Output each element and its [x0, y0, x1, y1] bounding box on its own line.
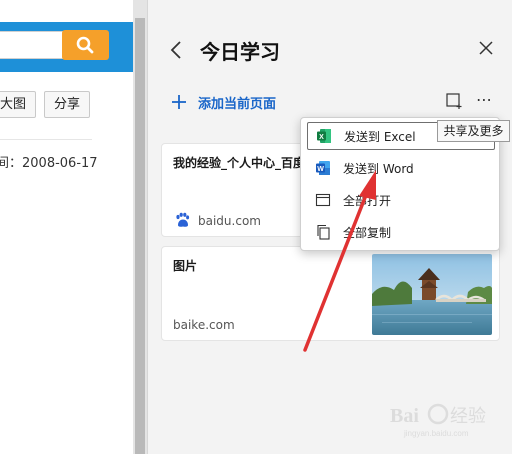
excel-icon: X [317, 129, 331, 143]
add-current-page-button[interactable]: 添加当前页面 [170, 90, 276, 114]
view-big-image-button[interactable]: 大图 [0, 91, 36, 118]
word-icon: W [316, 161, 330, 175]
search-icon [76, 36, 94, 54]
divider [0, 139, 92, 140]
share-and-more-tooltip: 共享及更多 [437, 120, 510, 142]
svg-text:W: W [317, 166, 324, 173]
back-arrow-icon[interactable] [168, 40, 184, 60]
menu-item-send-to-word[interactable]: W 发送到 Word [307, 154, 495, 182]
baidu-paw-icon [176, 212, 190, 227]
add-current-page-label: 添加当前页面 [198, 96, 277, 112]
site-search-input[interactable] [0, 31, 64, 59]
card-source: baidu.com [198, 214, 261, 228]
menu-item-open-all[interactable]: 全部打开 [307, 186, 495, 214]
scrollbar-thumb[interactable] [135, 18, 145, 454]
menu-item-label: 发送到 Excel [344, 129, 416, 144]
publish-date: 间：2008-06-17 [0, 156, 98, 171]
card-title: 我的经验_个人中心_百度 [173, 156, 306, 170]
menu-item-label: 全部打开 [343, 193, 392, 208]
card-title: 图片 [173, 259, 198, 273]
menu-item-label: 全部复制 [343, 225, 392, 240]
background-web-page: 大图 分享 间：2008-06-17 [0, 0, 133, 454]
panel-title: 今日学习 [200, 40, 280, 64]
share-button[interactable]: 分享 [44, 91, 90, 118]
more-options-icon[interactable]: ⋯ [476, 92, 498, 110]
collection-card-baike[interactable]: 图片 baike.com [161, 246, 500, 341]
close-icon[interactable] [478, 40, 494, 56]
copy-icon [317, 224, 330, 240]
window-icon [315, 193, 331, 207]
plus-icon [172, 95, 186, 109]
card-source: baike.com [173, 318, 235, 332]
share-icon[interactable] [445, 92, 463, 110]
menu-item-copy-all[interactable]: 全部复制 [307, 218, 495, 246]
menu-item-label: 发送到 Word [343, 161, 414, 176]
card-thumbnail-image [372, 254, 492, 335]
svg-text:X: X [319, 134, 324, 141]
site-search-button[interactable] [62, 30, 109, 60]
